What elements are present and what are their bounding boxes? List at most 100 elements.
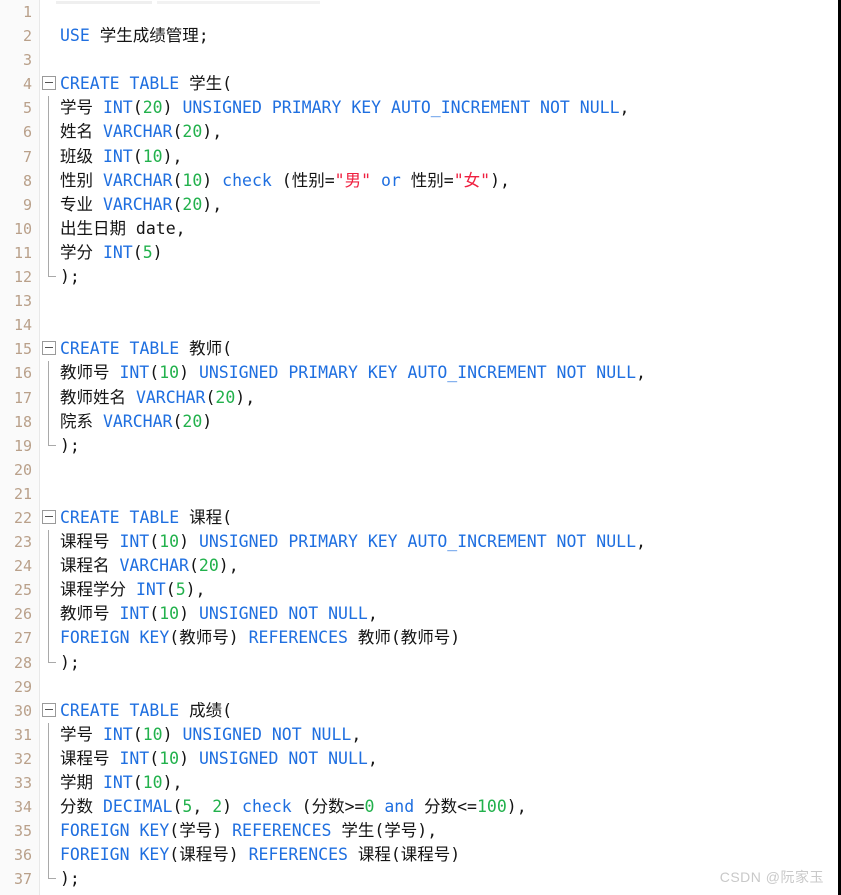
code-line[interactable]: 4 CREATE TABLE 学生( bbox=[0, 72, 838, 96]
token-plain: , bbox=[636, 532, 646, 552]
token-plain: ), bbox=[490, 170, 510, 190]
token-kw: USE bbox=[60, 26, 100, 46]
code-line-text: 教师号 INT(10) UNSIGNED NOT NULL, bbox=[60, 602, 378, 626]
token-plain: 学号 bbox=[60, 98, 103, 118]
code-line-text: 班级 INT(10), bbox=[60, 145, 182, 169]
line-number: 32 bbox=[13, 749, 32, 768]
code-line[interactable]: 25 课程学分 INT(5), bbox=[0, 578, 838, 603]
indent-guide bbox=[48, 240, 49, 266]
code-line-text: 教师姓名 VARCHAR(20), bbox=[60, 386, 255, 410]
token-plain: 学生( bbox=[189, 74, 233, 94]
token-kw: DECIMAL bbox=[102, 797, 173, 817]
code-line[interactable]: 7 班级 INT(10), bbox=[0, 144, 838, 169]
code-line-text: ); bbox=[60, 867, 80, 891]
token-plain: ( bbox=[132, 98, 143, 118]
token-plain: ( bbox=[149, 532, 160, 552]
code-line-text: 课程学分 INT(5), bbox=[60, 578, 206, 602]
token-plain: 课程号 bbox=[60, 532, 120, 552]
code-line[interactable]: 35 FOREIGN KEY(学号) REFERENCES 学生(学号), bbox=[0, 819, 838, 844]
code-line-text: ); bbox=[60, 265, 80, 289]
code-line[interactable]: 27 FOREIGN KEY(教师号) REFERENCES 教师(教师号) bbox=[0, 626, 838, 651]
code-line[interactable]: 5 学号 INT(20) UNSIGNED PRIMARY KEY AUTO_IN… bbox=[0, 96, 838, 121]
token-plain: (课程号) bbox=[169, 845, 249, 865]
line-number: 20 bbox=[13, 460, 32, 479]
indent-guide bbox=[48, 385, 49, 410]
code-line[interactable]: 2 USE 学生成绩管理; bbox=[0, 24, 838, 48]
indent-guide bbox=[48, 722, 49, 747]
code-line[interactable]: 22 CREATE TABLE 课程( bbox=[0, 506, 838, 530]
code-line[interactable]: 13 bbox=[0, 289, 838, 313]
token-plain: ) bbox=[179, 748, 199, 768]
line-number: 19 bbox=[13, 436, 32, 455]
code-line[interactable]: 37); bbox=[0, 867, 838, 891]
code-line[interactable]: 21 bbox=[0, 482, 838, 506]
token-plain: , bbox=[367, 604, 378, 624]
line-number: 15 bbox=[13, 340, 32, 359]
token-plain: ) bbox=[162, 98, 183, 118]
token-plain: ( bbox=[205, 387, 216, 407]
code-line[interactable]: 1 bbox=[0, 0, 838, 24]
token-plain: ); bbox=[60, 869, 80, 889]
code-line[interactable]: 29 bbox=[0, 675, 838, 699]
token-num: 2 bbox=[212, 797, 223, 817]
code-line-text: 分数 DECIMAL(5, 2) check (分数>=0 and 分数<=10… bbox=[60, 795, 527, 819]
code-line[interactable]: 18 院系 VARCHAR(20) bbox=[0, 409, 838, 434]
code-line[interactable]: 33 学期 INT(10), bbox=[0, 771, 838, 796]
code-line[interactable]: 23 课程号 INT(10) UNSIGNED PRIMARY KEY AUTO_… bbox=[0, 530, 838, 555]
code-line[interactable]: 10 出生日期 date, bbox=[0, 216, 838, 241]
fold-minus-icon[interactable] bbox=[42, 76, 56, 91]
code-line[interactable]: 14 bbox=[0, 313, 838, 337]
token-plain: 教师号 bbox=[60, 363, 120, 383]
code-line-text: 学期 INT(10), bbox=[60, 771, 182, 795]
token-plain: ( bbox=[172, 797, 183, 817]
code-line[interactable]: 6 姓名 VARCHAR(20), bbox=[0, 120, 838, 145]
indent-guide bbox=[48, 168, 49, 193]
token-plain: ), bbox=[162, 146, 183, 166]
code-text-area[interactable]: 1 2 USE 学生成绩管理; 3 4 CREATE TABLE 学生(5 学号 INT(2… bbox=[0, 0, 838, 895]
token-plain: ) bbox=[202, 170, 223, 190]
code-line[interactable]: 11 学分 INT(5) bbox=[0, 240, 838, 266]
token-plain: ); bbox=[60, 267, 80, 287]
token-kw: VARCHAR bbox=[102, 122, 173, 142]
code-line-text: 性别 VARCHAR(10) check (性别="男" or 性别="女"), bbox=[60, 169, 510, 193]
code-line[interactable]: 28); bbox=[0, 650, 838, 675]
token-kw: INT bbox=[102, 242, 133, 262]
code-line[interactable]: 19); bbox=[0, 433, 838, 458]
sql-code-editor[interactable]: 1 2 USE 学生成绩管理; 3 4 CREATE TABLE 学生(5 学号 INT(2… bbox=[0, 0, 841, 895]
code-line[interactable]: 3 bbox=[0, 48, 838, 72]
code-line-text: 出生日期 date, bbox=[60, 217, 186, 241]
fold-minus-icon[interactable] bbox=[42, 509, 56, 524]
token-num: 5 bbox=[175, 580, 186, 600]
line-number: 26 bbox=[13, 605, 32, 624]
code-line[interactable]: 31 学号 INT(10) UNSIGNED NOT NULL, bbox=[0, 722, 838, 747]
code-line[interactable]: 12); bbox=[0, 265, 838, 289]
token-plain: ), bbox=[506, 797, 527, 817]
code-line[interactable]: 26 教师号 INT(10) UNSIGNED NOT NULL, bbox=[0, 602, 838, 627]
token-kw: VARCHAR bbox=[102, 194, 173, 214]
line-number: 8 bbox=[22, 171, 32, 190]
code-line[interactable]: 34 分数 DECIMAL(5, 2) check (分数>=0 and 分数<=… bbox=[0, 795, 838, 820]
code-line-text: 专业 VARCHAR(20), bbox=[60, 193, 222, 217]
token-plain: , bbox=[351, 724, 362, 744]
code-line[interactable]: 15 CREATE TABLE 教师( bbox=[0, 337, 838, 361]
token-plain: 教师( bbox=[189, 339, 233, 359]
token-kw: VARCHAR bbox=[102, 411, 173, 431]
token-str: "女" bbox=[453, 170, 491, 190]
fold-minus-icon[interactable] bbox=[42, 341, 56, 356]
code-line[interactable]: 24 课程名 VARCHAR(20), bbox=[0, 554, 838, 579]
line-number: 24 bbox=[13, 557, 32, 576]
token-plain: 分数<= bbox=[414, 797, 477, 817]
code-line[interactable]: 16 教师号 INT(10) UNSIGNED PRIMARY KEY AUTO_… bbox=[0, 361, 838, 386]
code-line[interactable]: 20 bbox=[0, 458, 838, 482]
code-line-text: ); bbox=[60, 434, 80, 458]
code-line[interactable]: 8 性别 VARCHAR(10) check (性别="男" or 性别="女")… bbox=[0, 168, 838, 193]
token-plain: ); bbox=[60, 652, 80, 672]
token-num: 10 bbox=[159, 748, 180, 768]
code-line[interactable]: 17 教师姓名 VARCHAR(20), bbox=[0, 385, 838, 410]
token-kw: INT bbox=[102, 724, 133, 744]
code-line[interactable]: 36 FOREIGN KEY(课程号) REFERENCES 课程(课程号) bbox=[0, 843, 838, 868]
code-line[interactable]: 32 课程号 INT(10) UNSIGNED NOT NULL, bbox=[0, 746, 838, 771]
code-line[interactable]: 30 CREATE TABLE 成绩( bbox=[0, 699, 838, 723]
fold-minus-icon[interactable] bbox=[42, 702, 56, 717]
code-line[interactable]: 9 专业 VARCHAR(20), bbox=[0, 192, 838, 217]
